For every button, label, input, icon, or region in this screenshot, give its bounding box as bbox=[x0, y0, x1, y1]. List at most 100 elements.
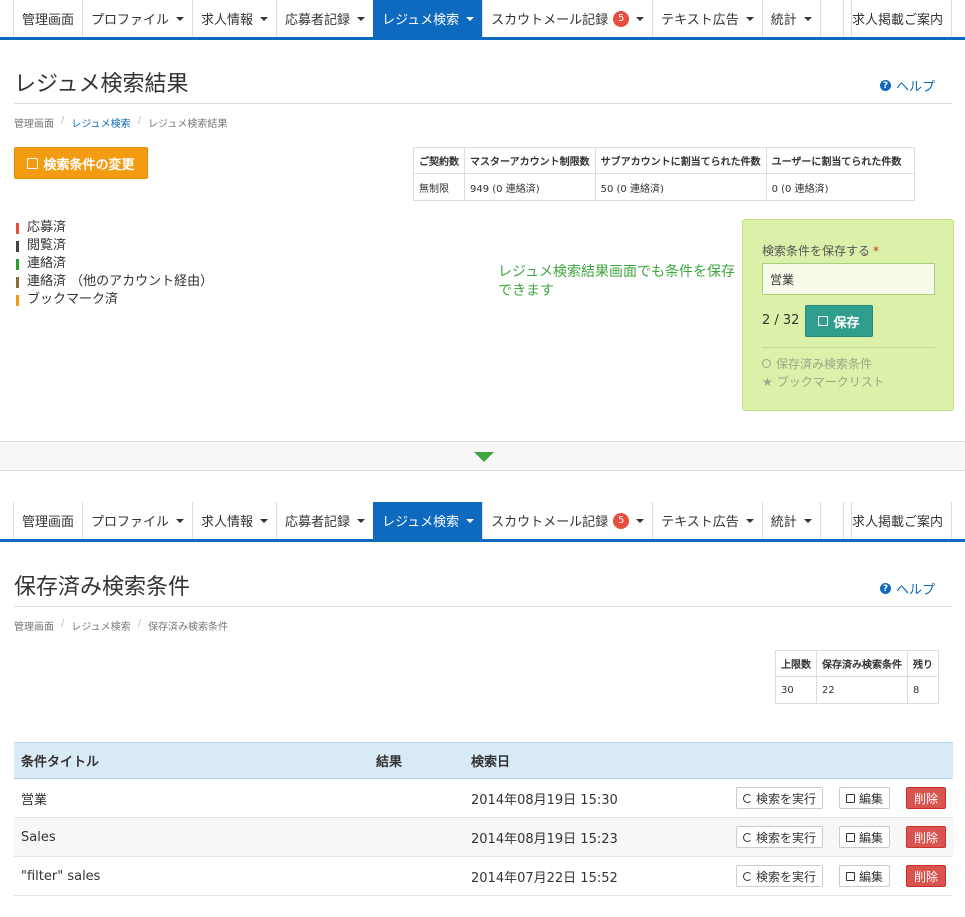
nav-item-stats[interactable]: 統計 bbox=[761, 502, 820, 539]
stats-cell: 無制限 bbox=[413, 173, 465, 201]
caret-down-icon bbox=[745, 518, 754, 523]
nav-item-profile[interactable]: プロファイル bbox=[82, 0, 192, 37]
caret-down-icon bbox=[636, 16, 645, 21]
breadcrumb-current: レジュメ検索結果 bbox=[148, 119, 228, 130]
link-label: ブックマークリスト bbox=[776, 375, 885, 389]
stats-header: ユーザーに割当てられた件数 bbox=[765, 147, 915, 174]
caret-down-icon bbox=[357, 518, 366, 523]
save-button[interactable]: 保存 bbox=[805, 305, 873, 337]
nav-label: 管理画面 bbox=[22, 515, 75, 530]
stats-cell: 50 (0 連絡済) bbox=[594, 173, 767, 201]
edit-button[interactable]: 編集 bbox=[838, 865, 890, 887]
help-link[interactable]: ? ヘルプ bbox=[879, 76, 935, 95]
breadcrumb-separator: / bbox=[137, 115, 142, 126]
legend-item: 連絡済 bbox=[16, 255, 213, 273]
stats-header: マスターアカウント制限数 bbox=[464, 147, 596, 174]
help-label: ヘルプ bbox=[895, 583, 935, 598]
nav-item-applicants[interactable]: 応募者記録 bbox=[276, 0, 373, 37]
caret-down-icon bbox=[260, 16, 269, 21]
legend-label: 連絡済 bbox=[27, 256, 67, 271]
question-icon: ? bbox=[879, 583, 891, 594]
limits-cell: 22 bbox=[816, 676, 908, 704]
nav-label: プロファイル bbox=[91, 13, 170, 28]
nav-item-resume-search[interactable]: レジュメ検索 bbox=[373, 502, 483, 539]
breadcrumb-resume-search[interactable]: レジュメ検索 bbox=[71, 618, 130, 633]
caret-down-icon bbox=[803, 16, 812, 21]
edit-button[interactable]: 編集 bbox=[838, 826, 890, 848]
nav-item-scout-mail[interactable]: スカウトメール記録 5 bbox=[482, 0, 652, 37]
limits-header: 残り bbox=[907, 650, 939, 677]
delete-button[interactable]: 削除 bbox=[905, 787, 946, 809]
legend-label: 連絡済 （他のアカウント経由） bbox=[27, 274, 214, 289]
caret-down-icon bbox=[357, 16, 366, 21]
nav-label: 応募者記録 bbox=[285, 13, 351, 28]
legend-label: 閲覧済 bbox=[27, 238, 67, 253]
button-label: 編集 bbox=[858, 869, 883, 884]
caret-down-icon bbox=[260, 518, 269, 523]
arrow-down-icon bbox=[474, 452, 494, 462]
legend-color-bar bbox=[16, 258, 19, 270]
limits-cell: 8 bbox=[907, 676, 939, 704]
link-label: 保存済み検索条件 bbox=[776, 357, 873, 371]
condition-title: "filter" sales bbox=[14, 856, 369, 896]
bottom-navbar: 管理画面 プロファイル 求人情報 応募者記録 レジュメ検索 スカウトメール記録 5… bbox=[0, 502, 965, 542]
legend-item: 応募済 bbox=[16, 219, 213, 237]
edit-button[interactable]: 編集 bbox=[838, 787, 890, 809]
notification-badge: 5 bbox=[613, 10, 630, 27]
nav-item-jobs[interactable]: 求人情報 bbox=[192, 0, 276, 37]
nav-item-admin[interactable]: 管理画面 bbox=[13, 502, 82, 539]
caret-down-icon bbox=[466, 518, 475, 523]
nav-label: 求人掲載ご案内 bbox=[851, 13, 943, 28]
column-header-title: 条件タイトル bbox=[14, 742, 369, 779]
nav-item-jobs[interactable]: 求人情報 bbox=[192, 502, 276, 539]
change-search-conditions-button[interactable]: 検索条件の変更 bbox=[14, 147, 148, 179]
saved-limits-table: 上限数 保存済み検索条件 残り 30 22 8 bbox=[775, 650, 939, 704]
nav-label: テキスト広告 bbox=[661, 515, 739, 530]
legend-item: ブックマーク済 bbox=[16, 291, 213, 309]
help-link[interactable]: ? ヘルプ bbox=[879, 579, 935, 598]
delete-button[interactable]: 削除 bbox=[905, 865, 946, 887]
nav-item-text-ads[interactable]: テキスト広告 bbox=[652, 502, 762, 539]
saved-conditions-table: 条件タイトル 結果 検索日 営業 2014年08月19日 15:30 検索を実行… bbox=[14, 742, 953, 896]
delete-button[interactable]: 削除 bbox=[905, 826, 946, 848]
breadcrumb-separator: / bbox=[61, 115, 65, 126]
account-stats-table: ご契約数 マスターアカウント制限数 サブアカウントに割当てられた件数 ユーザーに… bbox=[413, 147, 915, 201]
column-header-actions bbox=[684, 742, 953, 779]
row-actions: 検索を実行 編集 削除 bbox=[684, 778, 953, 818]
nav-menu: 管理画面 プロファイル 求人情報 応募者記録 レジュメ検索 スカウトメール記録 5… bbox=[13, 502, 852, 539]
legend-color-bar bbox=[16, 240, 19, 252]
nav-item-stats[interactable]: 統計 bbox=[761, 0, 820, 37]
saved-searches-link[interactable]: 保存済み検索条件 bbox=[762, 355, 872, 372]
nav-item-resume-search[interactable]: レジュメ検索 bbox=[373, 0, 483, 37]
breadcrumb: 管理画面 / レジュメ検索 / レジュメ検索結果 bbox=[14, 115, 227, 130]
nav-job-posting-info[interactable]: 求人掲載ご案内 bbox=[842, 0, 952, 37]
status-legend: 応募済 閲覧済 連絡済 連絡済 （他のアカウント経由） ブックマーク済 bbox=[16, 219, 213, 309]
label-text: 検索条件を保存する bbox=[762, 244, 871, 258]
breadcrumb-admin[interactable]: 管理画面 bbox=[14, 618, 54, 633]
nav-item-text-ads[interactable]: テキスト広告 bbox=[652, 0, 762, 37]
bookmark-list-link[interactable]: ★ ブックマークリスト bbox=[762, 373, 885, 390]
nav-label: スカウトメール記録 bbox=[491, 13, 609, 28]
search-icon bbox=[762, 359, 771, 368]
run-search-button[interactable]: 検索を実行 bbox=[735, 787, 823, 809]
nav-job-posting-info[interactable]: 求人掲載ご案内 bbox=[842, 502, 952, 539]
button-label: 編集 bbox=[858, 791, 883, 806]
top-navbar: 管理画面 プロファイル 求人情報 応募者記録 レジュメ検索 スカウトメール記録 5… bbox=[0, 0, 965, 40]
nav-label: 求人掲載ご案内 bbox=[851, 515, 943, 530]
nav-item-profile[interactable]: プロファイル bbox=[82, 502, 192, 539]
screen-separator bbox=[0, 441, 965, 471]
run-search-button[interactable]: 検索を実行 bbox=[735, 826, 823, 848]
breadcrumb-resume-search[interactable]: レジュメ検索 bbox=[71, 115, 130, 130]
nav-item-applicants[interactable]: 応募者記録 bbox=[276, 502, 373, 539]
nav-item-scout-mail[interactable]: スカウトメール記録 5 bbox=[482, 502, 652, 539]
edit-icon bbox=[845, 832, 855, 842]
refresh-icon bbox=[742, 832, 752, 842]
legend-color-bar bbox=[16, 222, 19, 234]
run-search-button[interactable]: 検索を実行 bbox=[735, 865, 823, 887]
nav-label: レジュメ検索 bbox=[382, 13, 460, 28]
search-name-input[interactable] bbox=[762, 263, 935, 295]
nav-item-admin[interactable]: 管理画面 bbox=[13, 0, 82, 37]
nav-label: レジュメ検索 bbox=[382, 515, 460, 530]
row-actions: 検索を実行 編集 削除 bbox=[684, 856, 953, 896]
breadcrumb-admin[interactable]: 管理画面 bbox=[14, 115, 54, 130]
